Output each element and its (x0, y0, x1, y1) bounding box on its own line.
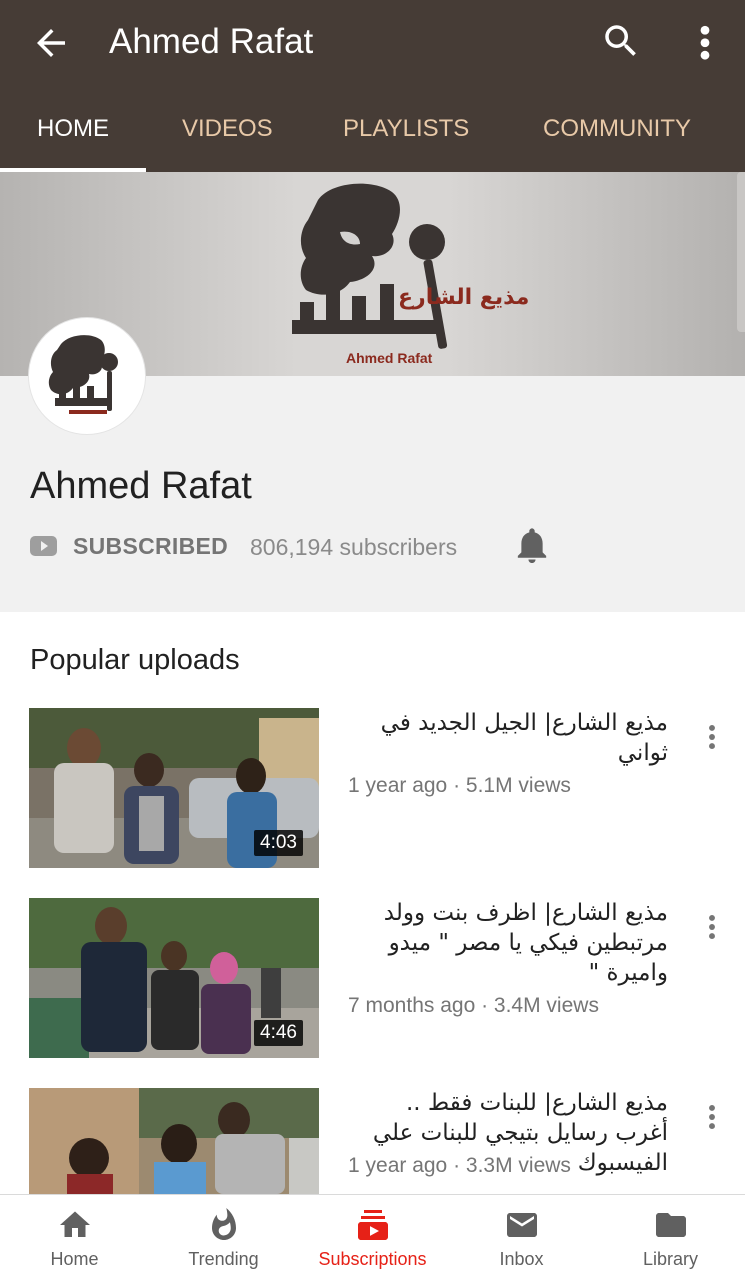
channel-tabs: HOME VIDEOS PLAYLISTS COMMUNITY (0, 86, 745, 172)
more-vert-icon (709, 1104, 715, 1130)
nav-label: Inbox (499, 1249, 544, 1269)
banner-logo-latin: Ahmed Rafat (346, 350, 433, 366)
video-more-button[interactable] (700, 1100, 724, 1134)
video-thumbnail[interactable]: 4:46 (29, 898, 319, 1058)
top-bar: Ahmed Rafat (0, 0, 745, 86)
section-title: Popular uploads (30, 644, 240, 676)
nav-label: Subscriptions (318, 1249, 427, 1269)
arrow-left-icon (37, 29, 65, 57)
video-duration: 4:46 (254, 1020, 303, 1046)
more-options-button[interactable] (690, 20, 720, 64)
nav-label: Home (50, 1249, 99, 1269)
video-item[interactable]: 4:46 مذيع الشارع| اظرف بنت وولد مرتبطين … (0, 898, 745, 1068)
tab-home[interactable]: HOME (37, 86, 109, 172)
search-button[interactable] (600, 20, 642, 62)
video-duration: 4:03 (254, 830, 303, 856)
nav-label: Trending (188, 1249, 259, 1269)
nav-label: Library (642, 1249, 699, 1269)
banner-logo-arabic: مذيع الشارع (398, 285, 529, 310)
video-meta: 1 year ago · 5.1M views (348, 774, 571, 797)
more-vert-icon (700, 25, 710, 60)
avatar-logo (48, 335, 118, 414)
folder-icon (655, 1213, 686, 1237)
subscription-row: SUBSCRIBED 806,194 subscribers (30, 527, 730, 567)
video-more-button[interactable] (700, 910, 724, 944)
video-meta: 7 months ago · 3.4M views (348, 994, 599, 1017)
video-title[interactable]: مذيع الشارع| الجيل الجديد في ثواني (348, 708, 668, 768)
youtube-play-icon (30, 536, 57, 556)
thumbnail-image (29, 1088, 319, 1194)
channel-avatar[interactable] (29, 318, 145, 434)
video-thumbnail[interactable]: 4:03 (29, 708, 319, 868)
back-button[interactable] (30, 22, 72, 64)
flame-icon (211, 1208, 236, 1240)
tab-videos[interactable]: VIDEOS (182, 86, 273, 172)
subscribed-button[interactable]: SUBSCRIBED (73, 533, 228, 560)
app-title: Ahmed Rafat (109, 22, 314, 61)
video-title[interactable]: مذيع الشارع| اظرف بنت وولد مرتبطين فيكي … (348, 898, 668, 988)
subscriptions-icon (357, 1210, 388, 1240)
nav-inbox[interactable]: Inbox (447, 1195, 596, 1280)
mail-icon (506, 1213, 537, 1237)
nav-subscriptions[interactable]: Subscriptions (298, 1195, 447, 1280)
nav-trending[interactable]: Trending (149, 1195, 298, 1280)
notification-bell-icon (517, 528, 547, 563)
search-icon (605, 25, 636, 56)
nav-home[interactable]: Home (0, 1195, 149, 1280)
nav-library[interactable]: Library (596, 1195, 745, 1280)
video-item[interactable]: 4:03 مذيع الشارع| الجيل الجديد في ثواني … (0, 708, 745, 878)
notification-bell-button[interactable] (515, 527, 549, 565)
more-vert-icon (709, 724, 715, 750)
channel-name: Ahmed Rafat (30, 465, 252, 507)
video-thumbnail[interactable] (29, 1088, 319, 1194)
video-meta: 1 year ago · 3.3M views (348, 1154, 571, 1177)
bottom-navigation: Home Trending Subscriptions Inbox Librar… (0, 1194, 745, 1280)
scroll-indicator (737, 172, 745, 332)
more-vert-icon (709, 914, 715, 940)
home-icon (59, 1211, 90, 1237)
video-more-button[interactable] (700, 720, 724, 754)
tab-community[interactable]: COMMUNITY (543, 86, 691, 172)
subscriber-count: 806,194 subscribers (250, 534, 458, 560)
app-bar: Ahmed Rafat HOME VIDEOS PLAYLISTS COMMUN… (0, 0, 745, 172)
tab-playlists[interactable]: PLAYLISTS (343, 86, 469, 172)
